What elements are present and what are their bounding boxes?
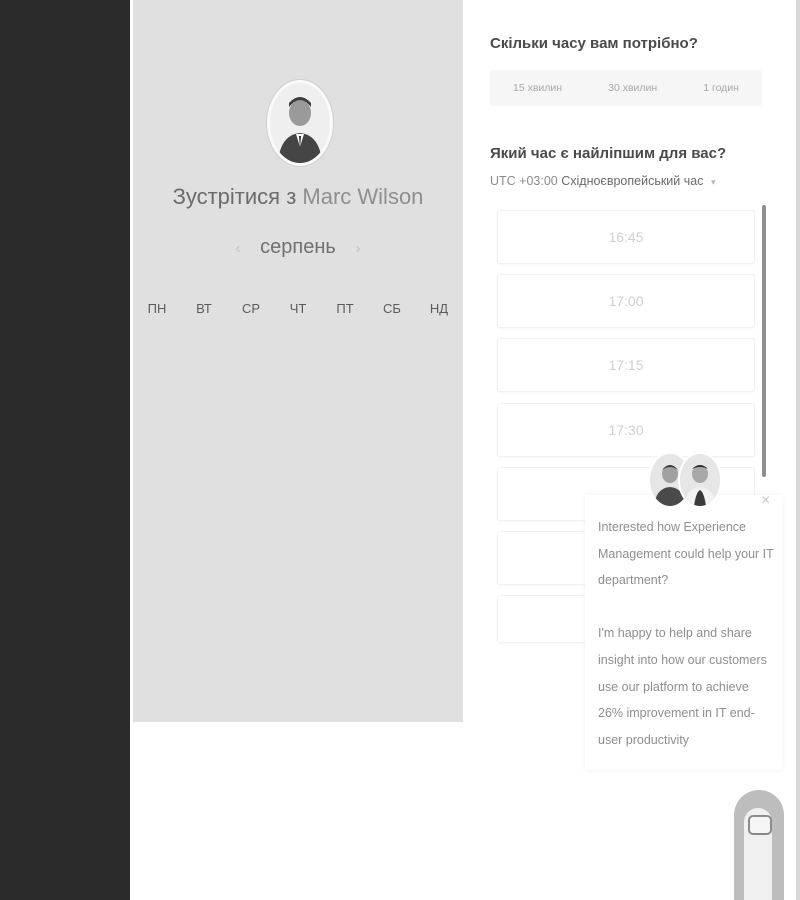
host-avatar [267, 80, 333, 166]
timezone-selector[interactable]: UTC +03:00 Східноєвропейський час ▾ [490, 174, 715, 188]
weekday-mon: ПН [147, 301, 167, 316]
chat-agents-avatars [648, 452, 722, 508]
weekday-sun: НД [429, 301, 449, 316]
month-label: серпень [260, 236, 336, 258]
agent-avatar-icon [678, 452, 722, 508]
chat-message-1: Interested how Experience Management cou… [598, 520, 774, 588]
time-slot[interactable]: 17:00 [497, 274, 755, 328]
meeting-title: Зустрітися з Marc Wilson [133, 184, 463, 210]
host-name: Marc Wilson [302, 184, 424, 209]
weekday-fri: ПТ [336, 301, 354, 316]
person-photo-icon [270, 83, 330, 163]
chat-message-2: I'm happy to help and share insight into… [598, 626, 767, 747]
duration-option-60[interactable]: 1 годин [703, 82, 739, 94]
weekday-header: ПН ВТ СР ЧТ ПТ СБ НД [141, 301, 463, 316]
meeting-title-prefix: Зустрітися з [172, 184, 297, 209]
duration-option-15[interactable]: 15 хвилин [513, 82, 562, 94]
right-edge [796, 0, 800, 900]
chat-launcher-icon [748, 815, 772, 835]
chat-message: Interested how Experience Management cou… [598, 514, 774, 753]
timezone-offset: UTC +03:00 [490, 174, 558, 188]
month-navigation: ‹ серпень › [133, 236, 463, 259]
timezone-name: Східноєвропейський час [561, 174, 704, 188]
weekday-tue: ВТ [196, 301, 212, 316]
duration-selector: 15 хвилин 30 хвилин 1 годин [490, 70, 762, 106]
weekday-sat: СБ [383, 301, 401, 316]
weekday-wed: СР [241, 301, 261, 316]
time-slot[interactable]: 16:45 [497, 210, 755, 264]
chevron-left-icon[interactable]: ‹ [235, 240, 240, 257]
chevron-down-icon: ▾ [710, 177, 716, 187]
close-icon[interactable]: × [761, 492, 770, 510]
chevron-right-icon[interactable]: › [355, 240, 360, 257]
duration-title: Скільки часу вам потрібно? [490, 35, 698, 52]
time-slot[interactable]: 17:15 [497, 338, 755, 392]
time-slot[interactable]: 17:30 [497, 403, 755, 457]
time-title: Який час є найліпшим для вас? [490, 145, 727, 162]
left-dark-gutter [0, 0, 130, 900]
duration-option-30[interactable]: 30 хвилин [608, 82, 657, 94]
weekday-thu: ЧТ [289, 301, 307, 316]
time-slots-scrollbar[interactable] [762, 205, 766, 477]
